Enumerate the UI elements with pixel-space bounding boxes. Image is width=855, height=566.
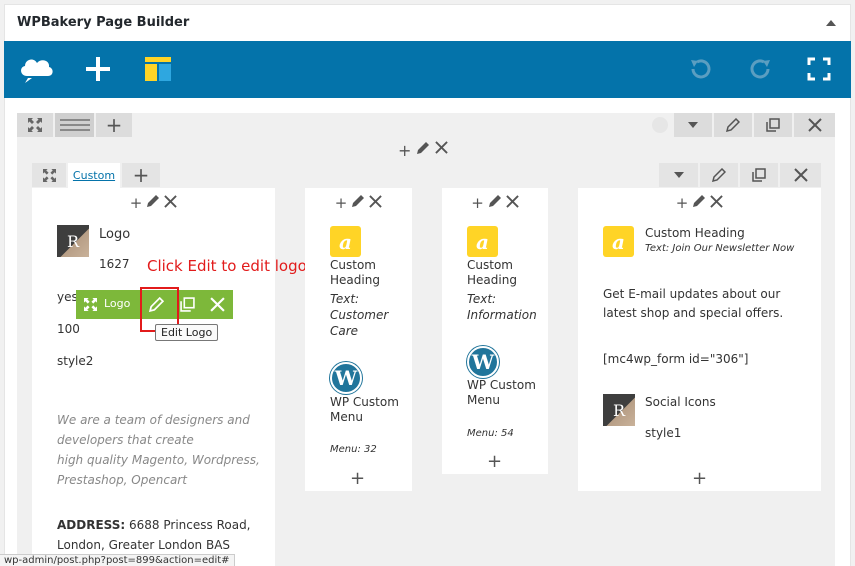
tab-custom[interactable]: Custom <box>68 163 120 188</box>
row-copy-icon[interactable] <box>754 113 792 137</box>
builder-toolbar <box>4 41 851 98</box>
inner-copy-icon[interactable] <box>740 163 778 187</box>
col2-heading-title[interactable]: Custom Heading <box>330 258 405 288</box>
row-toggle-dot[interactable] <box>652 117 668 133</box>
col4-add-element-icon[interactable]: + <box>692 468 707 489</box>
col2-add-element-icon[interactable]: + <box>350 468 365 489</box>
column-add-icon[interactable]: + <box>130 194 143 212</box>
element-close-icon[interactable] <box>210 297 225 312</box>
section-add-icon[interactable]: + <box>398 141 411 160</box>
letter-a-icon: a <box>467 226 498 257</box>
column-pencil-icon[interactable] <box>146 194 160 208</box>
r-logo-icon: R <box>57 225 89 257</box>
row-pencil-icon[interactable] <box>714 113 752 137</box>
style-text: style2 <box>57 354 94 368</box>
wordpress-icon: W <box>330 362 362 394</box>
column-pencil-icon[interactable] <box>351 194 365 208</box>
col3-heading-title[interactable]: Custom Heading <box>467 258 542 288</box>
annotation-text: Click Edit to edit logo <box>147 257 307 275</box>
clouds-logo-icon[interactable] <box>16 51 56 87</box>
col3-heading-sub: Text: Information <box>467 292 537 322</box>
col3-menu-sub: Menu: 54 <box>467 428 514 439</box>
row-drag-handle-icon[interactable] <box>55 113 94 137</box>
logo-id: 1627 <box>99 257 130 271</box>
collapse-caret-icon[interactable] <box>826 20 836 26</box>
column-add-icon[interactable]: + <box>676 194 689 212</box>
column-close-icon[interactable] <box>710 195 724 208</box>
tab-add-icon[interactable]: + <box>122 163 160 187</box>
inner-close-icon[interactable] <box>780 163 821 187</box>
fullscreen-icon[interactable] <box>799 51 839 87</box>
edit-tooltip: Edit Logo <box>155 324 219 341</box>
add-element-icon[interactable] <box>78 51 118 87</box>
col2-heading-sub: Text: Customer Care <box>330 292 389 338</box>
column-close-icon[interactable] <box>164 195 178 208</box>
element-name-label[interactable]: Logo <box>104 297 130 310</box>
column-add-icon[interactable]: + <box>335 194 348 212</box>
col2-menu-title[interactable]: WP Custom Menu <box>330 395 405 425</box>
column-2-controls: + <box>305 194 412 212</box>
col4-social-style: style1 <box>645 426 682 440</box>
section-close-icon[interactable] <box>435 141 449 154</box>
column-3-controls: + <box>442 194 548 212</box>
row-expand-icon[interactable] <box>17 113 53 137</box>
templates-icon[interactable] <box>138 51 178 87</box>
col3-add-element-icon[interactable]: + <box>487 451 502 472</box>
value-100: 100 <box>57 322 80 336</box>
status-bar-url: wp-admin/post.php?post=899&action=edit# <box>0 554 235 566</box>
column-close-icon[interactable] <box>369 195 383 208</box>
element-move-icon[interactable] <box>84 298 97 311</box>
col4-heading-sub: Text: Join Our Newsletter Now <box>645 243 795 254</box>
row-caret-down-icon[interactable] <box>674 113 712 137</box>
inner-pencil-icon[interactable] <box>700 163 738 187</box>
yes-text: yes <box>57 290 78 304</box>
col4-text-block[interactable]: Get E-mail updates about our latest shop… <box>603 285 783 323</box>
column-pencil-icon[interactable] <box>488 194 502 208</box>
column-add-icon[interactable]: + <box>471 194 484 212</box>
row-close-icon[interactable] <box>794 113 835 137</box>
col3-menu-title[interactable]: WP Custom Menu <box>467 378 542 408</box>
inner-expand-icon[interactable] <box>32 163 66 187</box>
about-text: We are a team of designers and developer… <box>57 413 260 487</box>
element-copy-icon[interactable] <box>180 297 195 312</box>
address-text: ADDRESS: 6688 Princess Road, London, Gre… <box>57 518 251 552</box>
panel-header[interactable]: WPBakery Page Builder <box>4 4 851 41</box>
column-close-icon[interactable] <box>506 195 519 208</box>
col4-shortcode[interactable]: [mc4wp_form id="306"] <box>603 350 748 369</box>
section-controls: + <box>398 141 449 160</box>
column-pencil-icon[interactable] <box>692 194 706 208</box>
row-add-column-icon[interactable]: + <box>96 113 132 137</box>
page-builder-screen: WPBakery Page Builder + + Custom + + R L… <box>0 0 855 566</box>
inner-caret-down-icon[interactable] <box>659 163 698 187</box>
panel-title: WPBakery Page Builder <box>17 15 190 30</box>
letter-a-icon: a <box>603 226 634 257</box>
column-1-controls: + <box>32 194 275 212</box>
wordpress-icon: W <box>467 346 499 378</box>
col2-menu-sub: Menu: 32 <box>330 444 377 455</box>
undo-icon[interactable] <box>680 51 720 87</box>
r-logo-icon: R <box>603 394 635 426</box>
col4-social-title[interactable]: Social Icons <box>645 393 716 412</box>
section-pencil-icon[interactable] <box>416 141 430 155</box>
redo-icon[interactable] <box>741 51 781 87</box>
logo-element-title[interactable]: Logo <box>99 225 130 246</box>
letter-a-icon: a <box>330 226 361 257</box>
column-4-controls: + <box>578 194 821 212</box>
